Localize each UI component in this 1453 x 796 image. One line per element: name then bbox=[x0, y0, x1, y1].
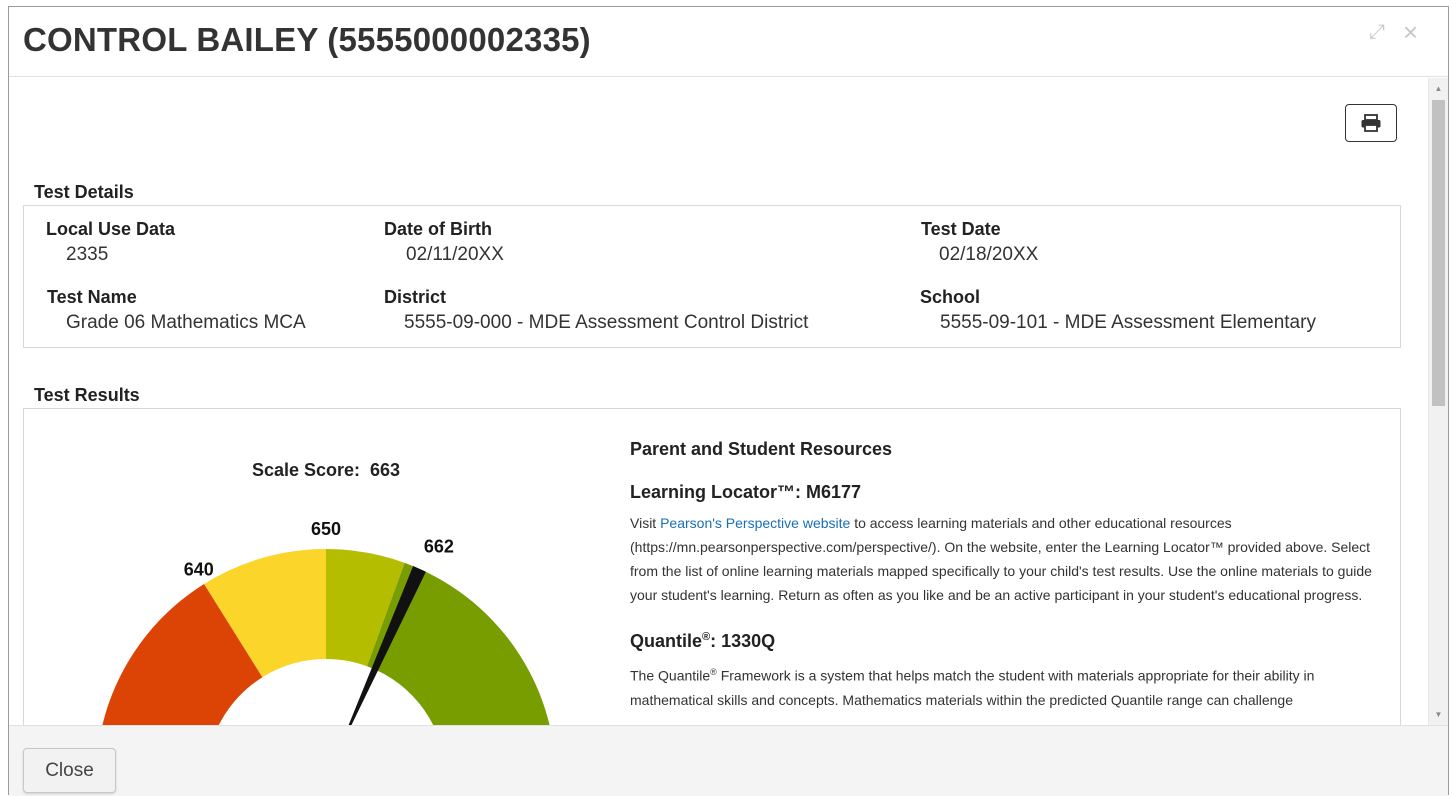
scroll-up-arrow-icon[interactable]: ▲ bbox=[1429, 80, 1448, 97]
test-name-value: Grade 06 Mathematics MCA bbox=[66, 312, 306, 333]
test-date-field: Test Date 02/18/20XX bbox=[921, 219, 1038, 266]
scale-score-text: Scale Score: 663 bbox=[252, 460, 400, 480]
resources-heading: Parent and Student Resources bbox=[630, 439, 893, 459]
dialog-body[interactable]: Test Details Local Use Data 2335 Date of… bbox=[9, 78, 1427, 725]
parent-student-resources: Parent and Student Resources Learning Lo… bbox=[630, 439, 1380, 712]
test-date-label: Test Date bbox=[921, 219, 1001, 239]
student-report-dialog: CONTROL BAILEY (5555000002335) ⤢ × Test … bbox=[8, 6, 1449, 796]
learning-locator-text: Visit Pearson's Perspective website to a… bbox=[630, 511, 1380, 607]
local-use-data-label: Local Use Data bbox=[46, 219, 176, 239]
date-of-birth-label: Date of Birth bbox=[384, 219, 492, 239]
school-label: School bbox=[920, 287, 981, 307]
quantile-registered-mark: ® bbox=[702, 631, 711, 643]
scale-score-value: 663 bbox=[370, 460, 400, 480]
scroll-down-arrow-icon[interactable]: ▼ bbox=[1429, 706, 1448, 723]
print-button[interactable] bbox=[1345, 104, 1397, 142]
test-results-heading: Test Results bbox=[34, 385, 140, 405]
district-field: District 5555-09-000 - MDE Assessment Co… bbox=[384, 287, 808, 334]
gauge-tick-label-640: 640 bbox=[184, 559, 214, 579]
district-value: 5555-09-000 - MDE Assessment Control Dis… bbox=[404, 312, 809, 333]
close-button[interactable]: Close bbox=[23, 748, 116, 793]
printer-icon bbox=[1361, 114, 1381, 132]
local-use-data-value: 2335 bbox=[66, 244, 109, 265]
dialog-title: CONTROL BAILEY (5555000002335) bbox=[23, 21, 591, 58]
quantile-title-word: Quantile bbox=[630, 631, 703, 651]
vertical-scrollbar[interactable]: ▲ ▼ bbox=[1428, 78, 1448, 725]
test-results-panel: Scale Score: 663 640 650 662 Parent and … bbox=[23, 408, 1401, 725]
quantile-text: The Quantile® Framework is a system that… bbox=[630, 660, 1380, 712]
dialog-footer: Close bbox=[9, 725, 1448, 796]
expand-icon[interactable]: ⤢ bbox=[1369, 21, 1385, 44]
quantile-title: Quantile®: 1330Q bbox=[630, 631, 1380, 652]
school-value: 5555-09-101 - MDE Assessment Elementary bbox=[940, 312, 1316, 333]
dialog-header: CONTROL BAILEY (5555000002335) ⤢ × bbox=[9, 7, 1448, 77]
district-label: District bbox=[384, 287, 447, 307]
date-of-birth-field: Date of Birth 02/11/20XX bbox=[384, 219, 504, 266]
test-details-panel: Local Use Data 2335 Date of Birth 02/11/… bbox=[23, 205, 1401, 348]
pearson-perspective-link[interactable]: Pearson's Perspective website bbox=[660, 515, 850, 531]
learning-locator-text-start: Visit bbox=[630, 515, 661, 531]
test-details-heading: Test Details bbox=[34, 182, 134, 202]
learning-locator-title: Learning Locator™: M6177 bbox=[630, 482, 862, 502]
test-date-value: 02/18/20XX bbox=[939, 244, 1039, 265]
quantile-text-registered-mark: ® bbox=[710, 667, 717, 677]
local-use-data-field: Local Use Data 2335 bbox=[46, 219, 175, 266]
test-name-label: Test Name bbox=[47, 287, 137, 307]
quantile-text-rest: Framework is a system that helps match t… bbox=[630, 667, 1315, 708]
scrollbar-thumb[interactable] bbox=[1432, 100, 1445, 406]
scale-score-gauge: Scale Score: 663 640 650 662 bbox=[102, 460, 550, 725]
school-field: School 5555-09-101 - MDE Assessment Elem… bbox=[920, 287, 1316, 334]
gauge-tick-label-650: 650 bbox=[311, 519, 341, 539]
gauge-tick-label-662: 662 bbox=[424, 536, 454, 556]
quantile-text-start: The Quantile bbox=[630, 667, 711, 684]
close-icon[interactable]: × bbox=[1403, 17, 1418, 48]
scale-score-label: Scale Score: bbox=[252, 460, 360, 480]
quantile-measure: : 1330Q bbox=[710, 631, 776, 651]
test-name-field: Test Name Grade 06 Mathematics MCA bbox=[47, 287, 306, 334]
date-of-birth-value: 02/11/20XX bbox=[406, 244, 504, 265]
